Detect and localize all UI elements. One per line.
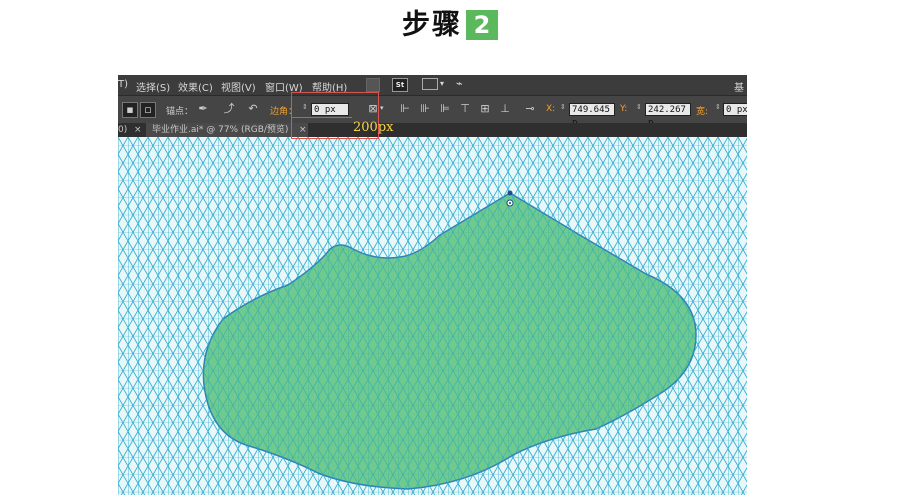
align-right-icon[interactable]: ⊫ (438, 102, 452, 116)
gpu-performance-icon[interactable]: ⌁ (456, 77, 463, 90)
tab-previous-document[interactable]: 0) (118, 123, 130, 137)
step-heading: 步骤 2 (0, 4, 900, 44)
arrange-documents-icon[interactable] (422, 78, 438, 90)
selected-anchor-point[interactable] (507, 190, 513, 196)
tab-previous-close-icon[interactable]: × (134, 123, 142, 137)
step-number-badge: 2 (466, 9, 498, 40)
bridge-icon[interactable] (366, 78, 380, 92)
align-bottom-icon[interactable]: ⊥ (498, 102, 512, 116)
x-label: X: (546, 104, 556, 114)
pen-tool-icon[interactable]: ✒ (196, 102, 210, 116)
artboard-canvas[interactable] (118, 137, 747, 495)
step-title-text: 步骤 (401, 7, 462, 41)
menu-item-view[interactable]: 视图(V) (221, 79, 256, 94)
y-stepper-icon[interactable]: ⇕ (636, 103, 642, 111)
live-corner-widget-dot (509, 202, 511, 204)
anchor-label: 锚点： (166, 107, 194, 117)
tab-current-document[interactable]: 毕业作业.ai* @ 77% (RGB/预览) (146, 123, 308, 137)
isometric-grid-artwork (118, 137, 747, 495)
document-tab-bar: 0) × 毕业作业.ai* @ 77% (RGB/预览) × (118, 123, 747, 137)
reference-point-icon[interactable]: ⊸ (523, 102, 537, 116)
menu-item-select[interactable]: 选择(S) (136, 79, 170, 94)
convert-anchor-icon[interactable]: ▪ (122, 102, 138, 118)
chevron-down-icon[interactable]: ▾ (440, 79, 444, 88)
workspace-switcher[interactable]: 基 (734, 79, 744, 94)
y-label: Y: (620, 104, 628, 114)
width-input[interactable]: 0 px (723, 103, 747, 116)
smooth-anchor-icon[interactable]: ▫ (140, 102, 156, 118)
illustrator-window: T) 选择(S) 效果(C) 视图(V) 窗口(W) 帮助(H) St ▾ ⌁ … (118, 75, 747, 495)
corner-value-annotation: 200px (353, 120, 394, 135)
width-stepper-icon[interactable]: ⇕ (715, 103, 721, 111)
menu-bar: T) 选择(S) 效果(C) 视图(V) 窗口(W) 帮助(H) St ▾ ⌁ … (118, 75, 747, 95)
menu-item-effect[interactable]: 效果(C) (178, 79, 213, 94)
y-coordinate-input[interactable]: 242.267 p (645, 103, 691, 128)
handle-icon[interactable]: ⤴ (222, 102, 236, 116)
control-panel: ▪ ▫ 锚点： ✒ ⤴ ↶ 边角： ⇕ 0 px ⊠ ▾ ⊩ ⊪ ⊫ ⊤ ⊞ ⊥… (118, 95, 747, 128)
grid-overlay (118, 137, 747, 495)
chevron-down-icon[interactable]: ▾ (380, 104, 384, 112)
align-top-icon[interactable]: ⊤ (458, 102, 472, 116)
stock-icon[interactable]: St (392, 78, 408, 92)
x-coordinate-input[interactable]: 749.645 p (569, 103, 615, 128)
menu-item-type[interactable]: T) (118, 79, 128, 90)
width-label: 宽: (696, 107, 709, 117)
x-stepper-icon[interactable]: ⇕ (560, 103, 566, 111)
callout-line (292, 117, 352, 118)
align-center-icon[interactable]: ⊪ (418, 102, 432, 116)
align-left-icon[interactable]: ⊩ (398, 102, 412, 116)
align-middle-icon[interactable]: ⊞ (478, 102, 492, 116)
curve-icon[interactable]: ↶ (246, 102, 260, 116)
